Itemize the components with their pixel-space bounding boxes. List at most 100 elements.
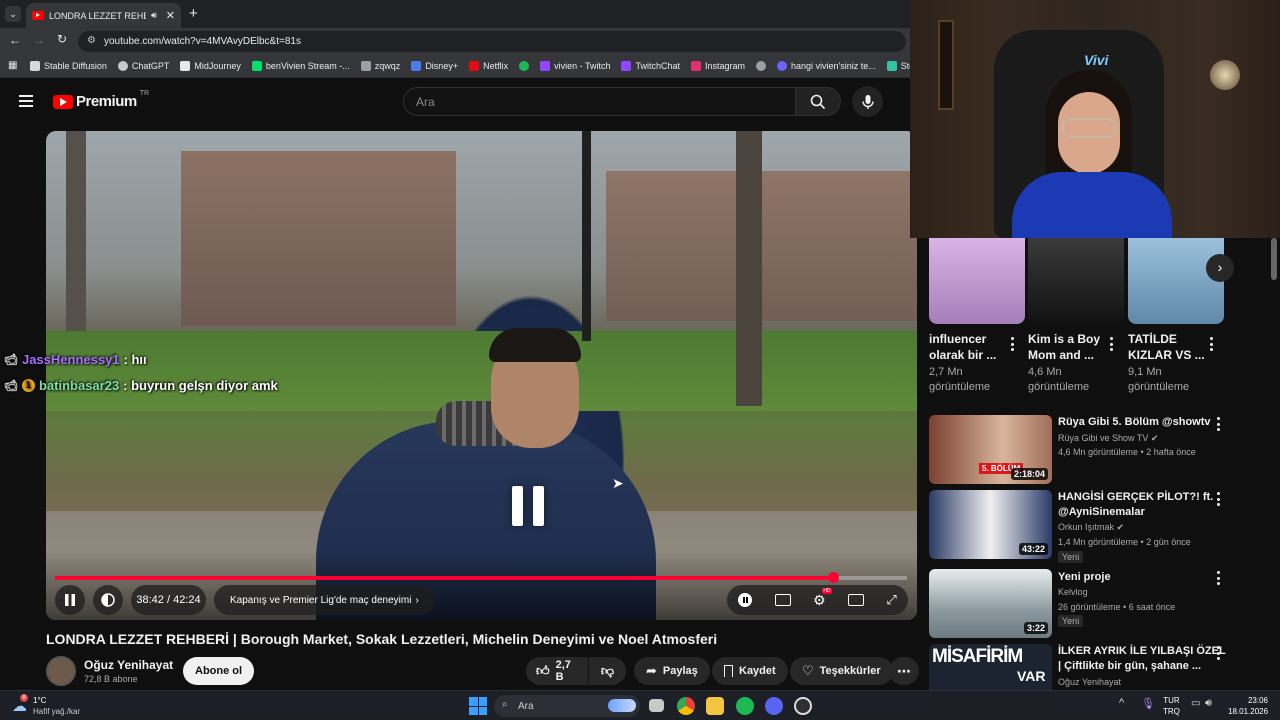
like-button[interactable]: 👍︎ 2,7 B: [526, 657, 588, 685]
share-button[interactable]: ➦ Paylaş: [634, 657, 710, 685]
bookmark-chatgpt[interactable]: ChatGPT: [117, 60, 169, 71]
network-icon[interactable]: ▭: [1191, 698, 1200, 709]
active-tab[interactable]: LONDRA LEZZET REHBERİ | 🔊︎ ✕: [26, 3, 181, 28]
kebab-menu-icon[interactable]: [1209, 337, 1213, 351]
video-title[interactable]: İLKER AYRIK İLE YILBAŞI ÖZEL | Çiftlikte…: [1058, 644, 1230, 674]
kebab-menu-icon[interactable]: [1109, 337, 1113, 351]
settings-gear-icon[interactable]: ⚙︎ HD: [813, 587, 832, 609]
bookmark-vivien-twitch[interactable]: vivien - Twitch: [540, 60, 610, 71]
autoplay-toggle-icon[interactable]: [738, 593, 753, 607]
fullscreen-icon[interactable]: ⤢: [886, 592, 896, 608]
channel-name[interactable]: Kelvlog: [1058, 585, 1238, 599]
discord-icon[interactable]: [765, 697, 783, 715]
spotify-icon[interactable]: [736, 697, 754, 715]
reload-icon[interactable]: ↻: [57, 32, 67, 46]
youtube-logo[interactable]: Premium TR: [53, 90, 149, 110]
channel-name[interactable]: Oğuz Yenihayat: [84, 658, 173, 672]
bookmark-instagram[interactable]: Instagram: [690, 60, 745, 71]
speaker-icon[interactable]: 🔊︎: [151, 10, 157, 21]
new-tab-plus-icon[interactable]: +: [189, 5, 198, 22]
bookmark-globe[interactable]: [756, 60, 767, 71]
recommendations-sidebar: › influencer olarak bir ... 2,7 Mn görün…: [920, 238, 1280, 690]
volume-icon[interactable]: 🔊︎: [1205, 697, 1212, 710]
tab-list-chevron-icon[interactable]: ⌄: [5, 6, 21, 22]
video-title[interactable]: HANGİSİ GERÇEK PİLOT?! ft. @AyniSinemala…: [1058, 490, 1230, 520]
weather-widget[interactable]: ☁︎ 8 1°C Hafif yağ./kar: [12, 694, 80, 717]
streamlabs-icon: [886, 60, 897, 71]
streamer-glasses: [1062, 118, 1116, 138]
chevron-right-icon: ›: [415, 594, 419, 606]
close-tab-icon[interactable]: ✕: [166, 9, 175, 22]
short-title[interactable]: influencer olarak bir ...: [929, 331, 1009, 363]
site-info-icon[interactable]: ⚙︎: [87, 35, 96, 46]
subtitles-icon[interactable]: [774, 594, 791, 606]
kebab-menu-icon[interactable]: [1216, 646, 1220, 660]
progress-bar[interactable]: [55, 572, 907, 583]
video-title[interactable]: Yeni proje: [1058, 570, 1230, 585]
menu-hamburger-icon[interactable]: [19, 95, 33, 107]
tree-trunk: [582, 131, 591, 341]
bookmark-zqwqz[interactable]: zqwqz: [360, 60, 400, 71]
bookmark-netflix[interactable]: Netflix: [469, 60, 508, 71]
bookmark-stable-diffusion[interactable]: Stable Diffusion: [30, 60, 107, 71]
obs-icon[interactable]: [794, 697, 812, 715]
search-button[interactable]: [795, 87, 841, 116]
bookmark-spotify[interactable]: [519, 60, 530, 71]
channel-name[interactable]: Oğuz Yenihayat: [1058, 675, 1238, 689]
channel-avatar[interactable]: [46, 656, 76, 686]
system-clock[interactable]: 23:06 18.01.2026: [1228, 695, 1268, 717]
channel-name[interactable]: Orkun Işıtmak ✔︎: [1058, 520, 1238, 534]
start-button[interactable]: [469, 697, 487, 715]
show-hidden-icons-chevron-icon[interactable]: ^: [1119, 697, 1124, 709]
chapter-button[interactable]: Kapanış ve Premier Lig'de maç deneyimi ›: [214, 585, 435, 615]
apps-grid-icon[interactable]: ▦: [8, 60, 17, 71]
microphone-in-use-icon[interactable]: 🎙︎: [1141, 697, 1155, 710]
short-title[interactable]: Kim is a Boy Mom and ...: [1028, 331, 1108, 363]
chrome-icon[interactable]: [677, 697, 695, 715]
video-thumbnail[interactable]: MİSAFİRİM VAR: [929, 644, 1052, 690]
file-explorer-icon[interactable]: [706, 697, 724, 715]
save-button[interactable]: Kaydet: [712, 657, 788, 685]
bookmark-midjourney[interactable]: MidJourney: [180, 60, 241, 71]
taskbar-search[interactable]: ⌕ Ara: [494, 695, 640, 717]
dislike-button[interactable]: 👎︎: [589, 657, 626, 685]
short-thumbnail[interactable]: [1028, 238, 1124, 324]
building: [181, 151, 456, 326]
sidebar-scrollbar[interactable]: [1271, 238, 1277, 280]
video-thumbnail[interactable]: 3:22: [929, 569, 1052, 638]
kebab-menu-icon[interactable]: [1216, 571, 1220, 585]
shorts-next-button[interactable]: ›: [1206, 254, 1234, 282]
video-thumbnail[interactable]: 43:22: [929, 490, 1052, 559]
short-thumbnail[interactable]: [1128, 238, 1224, 324]
video-player[interactable]: 38:42 / 42:24 Kapanış ve Premier Lig'de …: [46, 131, 917, 620]
volume-button[interactable]: [93, 585, 123, 615]
back-arrow-icon[interactable]: ←: [9, 33, 21, 47]
thanks-button[interactable]: ♡ Teşekkürler: [790, 657, 893, 685]
duration-badge: 3:22: [1023, 622, 1048, 634]
play-pause-button[interactable]: [55, 585, 85, 615]
search-input[interactable]: Ara: [403, 87, 796, 116]
voice-search-button[interactable]: [852, 86, 883, 117]
address-bar[interactable]: ⚙︎ youtube.com/watch?v=4MVAvyDElbc&t=81s: [78, 31, 906, 52]
bookmark-benvivien-stream[interactable]: benVivien Stream -...: [251, 60, 350, 71]
bookmark-steamlabs[interactable]: SteamLabs: [886, 60, 910, 71]
bookmark-twitchchat[interactable]: TwitchChat: [621, 60, 680, 71]
video-title[interactable]: Rüya Gibi 5. Bölüm @showtv: [1058, 415, 1230, 430]
forward-arrow-icon[interactable]: →: [33, 33, 45, 47]
miniplayer-icon[interactable]: [847, 594, 864, 606]
task-view-icon[interactable]: [649, 699, 664, 712]
short-thumbnail[interactable]: [929, 238, 1025, 324]
more-actions-button[interactable]: ⋯: [889, 657, 919, 685]
video-thumbnail[interactable]: 5. BÖLÜM 2:18:04: [929, 415, 1052, 484]
broadcaster-badge-icon: 📹︎: [4, 380, 18, 392]
channel-name[interactable]: Rüya Gibi ve Show TV ✔︎: [1058, 431, 1238, 445]
short-title[interactable]: TATİLDE KIZLAR VS ...: [1128, 331, 1208, 363]
language-indicator[interactable]: TUR TRQ: [1163, 695, 1180, 717]
scrubber-handle[interactable]: [827, 572, 839, 583]
subscribe-button[interactable]: Abone ol: [183, 657, 255, 685]
kebab-menu-icon[interactable]: [1010, 337, 1014, 351]
bookmark-hangi-vivien[interactable]: hangi vivien'siniz te...: [777, 60, 876, 71]
kebab-menu-icon[interactable]: [1216, 417, 1220, 431]
kebab-menu-icon[interactable]: [1216, 492, 1220, 506]
bookmark-disney[interactable]: Disney+: [411, 60, 458, 71]
